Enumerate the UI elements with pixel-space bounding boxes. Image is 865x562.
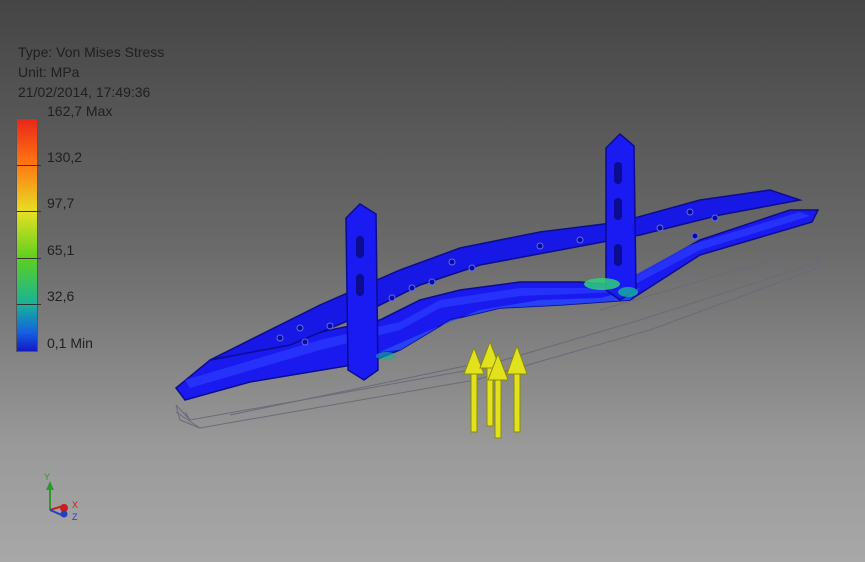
load-arrow bbox=[463, 346, 485, 433]
model-viewport[interactable]: Y X Z bbox=[0, 0, 865, 562]
triad-z-label: Z bbox=[72, 512, 78, 522]
coordinate-triad: Y X Z bbox=[44, 472, 78, 522]
triad-x-label: X bbox=[72, 500, 78, 510]
triad-y-label: Y bbox=[44, 472, 50, 482]
load-arrow bbox=[506, 344, 528, 433]
load-arrows bbox=[463, 340, 528, 439]
